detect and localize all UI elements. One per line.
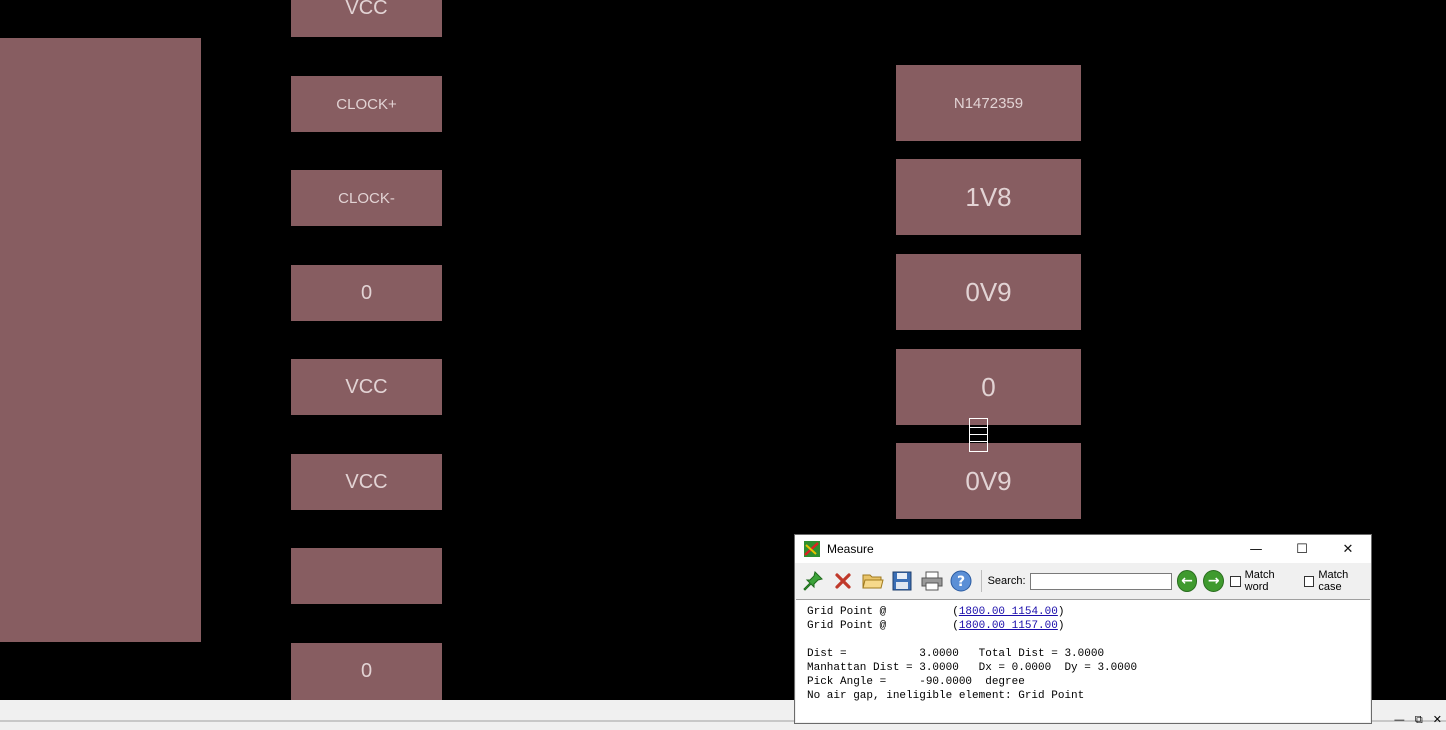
match-word-checkbox[interactable]: Match word xyxy=(1230,569,1298,593)
measure-output: Grid Point @ (1800.00 1154.00) Grid Point… xyxy=(796,599,1370,722)
pad-label: 0V9 xyxy=(965,465,1012,496)
maximize-icon: ☐ xyxy=(1296,541,1308,557)
pad-label: VCC xyxy=(345,470,388,493)
search-label: Search: xyxy=(987,575,1026,587)
pad-right-5[interactable]: 0V9 xyxy=(896,443,1081,519)
search-next-button[interactable]: → xyxy=(1203,570,1225,592)
pad-left-5[interactable]: VCC xyxy=(291,359,442,415)
dialog-titlebar[interactable]: Measure — ☐ ✕ xyxy=(795,535,1371,563)
dialog-title: Measure xyxy=(827,542,874,556)
pad-label: VCC xyxy=(345,0,388,19)
arrow-left-icon: ← xyxy=(1181,573,1193,589)
pin-button[interactable] xyxy=(802,569,825,593)
print-icon xyxy=(921,571,943,591)
paren-close: ) xyxy=(1057,606,1065,618)
pad-label: CLOCK+ xyxy=(336,95,397,113)
pad-left-1[interactable]: VCC xyxy=(291,0,442,37)
pad-left-8[interactable]: 0 xyxy=(291,643,442,700)
distance-line: Dist = 3.0000 Total Dist = 3.0000 xyxy=(807,648,1105,660)
open-folder-button[interactable] xyxy=(861,569,884,593)
measure-dialog: Measure — ☐ ✕ ? Search: ← → Match word M… xyxy=(794,534,1372,724)
grid-point-link[interactable]: 1800.00 1154.00 xyxy=(959,606,1058,618)
dialog-maximize-button[interactable]: ☐ xyxy=(1279,535,1325,563)
pad-left-2[interactable]: CLOCK+ xyxy=(291,76,442,132)
search-previous-button[interactable]: ← xyxy=(1176,570,1198,592)
close-icon[interactable]: ✕ xyxy=(1433,713,1442,727)
toolbar-separator xyxy=(980,570,982,592)
svg-text:?: ? xyxy=(957,574,965,590)
dialog-minimize-button[interactable]: — xyxy=(1233,535,1279,563)
large-component-block[interactable] xyxy=(0,38,201,642)
grid-point-line: Grid Point @ (1800.00 1157.00) xyxy=(807,619,1370,633)
search-input[interactable] xyxy=(1029,572,1172,590)
air-gap-line: No air gap, ineligible element: Grid Poi… xyxy=(807,690,1085,702)
pad-right-3[interactable]: 0V9 xyxy=(896,254,1081,330)
pin-icon xyxy=(803,571,824,591)
pad-label: VCC xyxy=(345,375,388,398)
checkbox-box[interactable] xyxy=(1230,575,1241,587)
pad-right-1[interactable]: N1472359 xyxy=(896,65,1081,141)
grid-point-link[interactable]: 1800.00 1157.00 xyxy=(959,620,1058,632)
grid-point-label: Grid Point @ ( xyxy=(807,606,959,618)
save-icon xyxy=(892,571,912,591)
open-folder-icon xyxy=(861,574,884,589)
minimize-icon[interactable]: — xyxy=(1394,713,1405,727)
restore-icon[interactable]: ⧉ xyxy=(1415,713,1423,727)
pad-left-7[interactable] xyxy=(291,548,442,604)
manhattan-line: Manhattan Dist = 3.0000 Dx = 0.0000 Dy =… xyxy=(807,662,1138,674)
match-word-label: Match word xyxy=(1244,569,1275,593)
dialog-toolbar: ? Search: ← → Match word Match case xyxy=(795,564,1371,598)
pad-left-3[interactable]: CLOCK- xyxy=(291,170,442,226)
pad-label: 0 xyxy=(360,660,373,682)
pad-right-2[interactable]: 1V8 xyxy=(896,159,1081,235)
main-window-controls: — ⧉ ✕ xyxy=(1394,713,1442,727)
pad-right-4[interactable]: 0 xyxy=(896,349,1081,425)
print-button[interactable] xyxy=(920,569,943,593)
delete-icon xyxy=(835,573,851,589)
pad-label: 0 xyxy=(981,371,996,402)
close-icon: ✕ xyxy=(1342,541,1354,557)
save-button[interactable] xyxy=(891,569,914,593)
pad-label: N1472359 xyxy=(953,94,1024,112)
pad-label: CLOCK- xyxy=(338,189,395,207)
measure-app-icon xyxy=(804,541,820,557)
pad-left-6[interactable]: VCC xyxy=(291,454,442,510)
delete-button[interactable] xyxy=(832,569,855,593)
pad-label: 0V9 xyxy=(965,276,1012,307)
pad-left-4[interactable]: 0 xyxy=(291,265,442,321)
checkbox-box[interactable] xyxy=(1303,575,1315,587)
help-icon: ? xyxy=(950,570,972,592)
help-button[interactable]: ? xyxy=(950,569,973,593)
dialog-close-button[interactable]: ✕ xyxy=(1325,535,1371,563)
match-case-checkbox[interactable]: Match case xyxy=(1303,569,1371,593)
arrow-right-icon: → xyxy=(1207,573,1220,589)
minimize-icon: — xyxy=(1249,541,1263,557)
grid-point-label: Grid Point @ ( xyxy=(807,620,959,632)
grid-point-line: Grid Point @ (1800.00 1154.00) xyxy=(807,605,1370,619)
paren-close: ) xyxy=(1057,620,1065,632)
match-case-label: Match case xyxy=(1318,569,1349,593)
pick-angle-line: Pick Angle = -90.0000 degree xyxy=(807,676,1025,688)
measure-cursor-marker xyxy=(969,418,988,452)
pad-label: 0 xyxy=(360,281,373,304)
pad-label: 1V8 xyxy=(965,181,1012,212)
